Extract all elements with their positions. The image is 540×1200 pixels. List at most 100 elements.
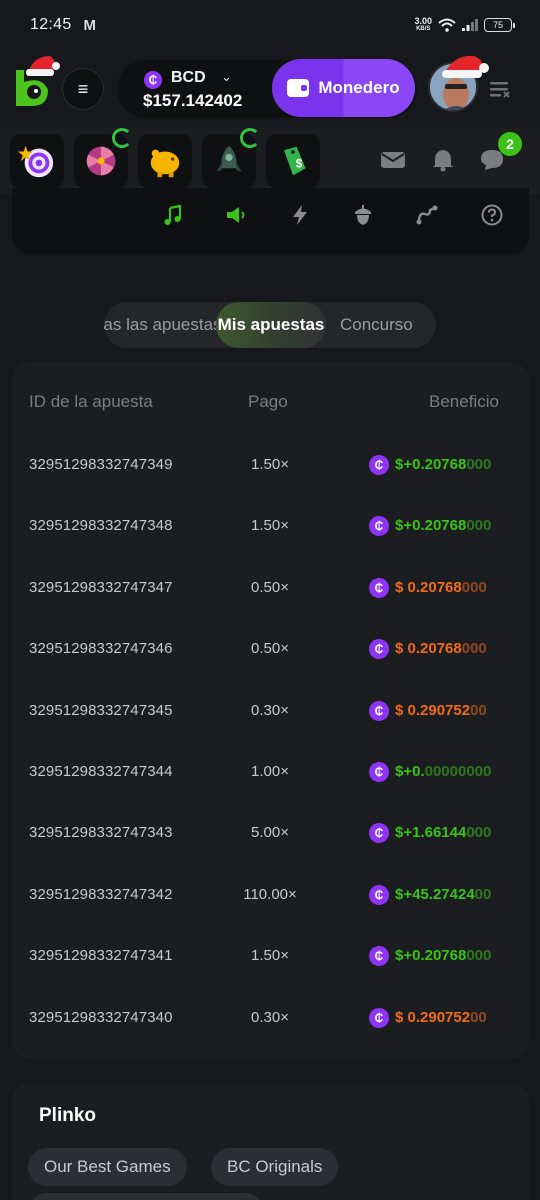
bcd-coin-icon: ₵	[369, 762, 389, 782]
network-speed: 3.00 KB/S	[414, 17, 432, 33]
bet-payout: 1.50×	[251, 947, 289, 965]
shortcut-target[interactable]	[10, 134, 64, 188]
bet-row[interactable]: 32951298332747349 1.50× ₵ $+0.20768000	[12, 446, 529, 486]
main-menu-button[interactable]: ≡	[62, 68, 104, 110]
bet-row[interactable]: 32951298332747340 0.30× ₵ $ 0.29075200	[12, 999, 529, 1039]
piggy-bank-icon	[150, 149, 180, 178]
profit-trailing-zeros: 000	[466, 456, 492, 473]
bets-tabs: Todas las apuestas Mis apuestas Concurso	[104, 302, 436, 348]
bet-row[interactable]: 32951298332747348 1.50× ₵ $+0.20768000	[12, 507, 529, 547]
lightning-icon[interactable]	[289, 204, 311, 226]
profit-amount: $+0.20768	[395, 456, 467, 473]
music-icon[interactable]	[162, 204, 184, 226]
bet-id: 32951298332747345	[29, 701, 173, 719]
chat-badge: 2	[498, 132, 522, 156]
bet-payout: 1.50×	[251, 517, 289, 535]
tag-bc-originals[interactable]: BC Originals	[211, 1148, 339, 1186]
chevron-down-icon: ⌄	[221, 69, 232, 84]
status-time: 12:45	[30, 16, 72, 33]
bcd-coin-icon: ₵	[369, 946, 389, 967]
wallet-button-label: Monedero	[318, 78, 400, 97]
profit-amount: $+1.66144	[395, 824, 467, 842]
shortcut-piggy-bank[interactable]	[138, 134, 192, 188]
mail-icon[interactable]	[380, 148, 406, 172]
tab-all-bets[interactable]: Todas las apuestas	[104, 302, 216, 348]
santa-hat-icon	[26, 56, 60, 76]
wallet-button[interactable]: Monedero	[272, 59, 415, 117]
bet-id: 32951298332747348	[29, 517, 173, 535]
bet-row[interactable]: 32951298332747346 0.50× ₵ $ 0.20768000	[12, 630, 529, 670]
bet-payout: 5.00×	[251, 824, 289, 842]
sound-icon[interactable]	[225, 204, 247, 226]
bet-profit: $+0.00000000	[395, 763, 491, 780]
santa-hat-icon	[442, 55, 489, 78]
help-icon[interactable]	[481, 204, 503, 226]
profit-trailing-zeros: 00	[470, 1008, 487, 1026]
my-bets-table: ID de la apuesta Pago Beneficio 32951298…	[12, 362, 529, 1059]
profit-amount: $ 0.20768	[395, 640, 462, 658]
bet-row[interactable]: 32951298332747344 1.00× ₵ $+0.00000000	[12, 753, 529, 793]
tab-my-bets[interactable]: Mis apuestas	[216, 302, 326, 348]
battery-level: 75	[492, 20, 503, 30]
tag-partial[interactable]	[28, 1193, 264, 1200]
bcd-coin-icon: ₵	[369, 639, 389, 660]
bet-id: 32951298332747341	[29, 947, 173, 965]
bet-profit: $+45.2742400	[395, 886, 491, 903]
bet-id: 32951298332747347	[29, 578, 173, 596]
bet-payout: 0.30×	[251, 1008, 289, 1026]
bet-profit: $ 0.29075200	[395, 702, 487, 719]
bet-row[interactable]: 32951298332747347 0.50× ₵ $ 0.20768000	[12, 569, 529, 609]
bet-profit: $+0.20768000	[395, 947, 491, 964]
bcd-coin-icon: ₵	[369, 823, 389, 844]
header-profit: Beneficio	[429, 392, 499, 411]
game-controls-card	[12, 188, 529, 254]
bet-payout: 0.30×	[251, 701, 289, 719]
dollar-tag-icon: $	[284, 146, 306, 176]
game-title: Plinko	[39, 1105, 97, 1126]
bet-row[interactable]: 32951298332747343 5.00× ₵ $+1.66144000	[12, 814, 529, 854]
bet-payout: 110.00×	[243, 885, 297, 903]
sidebar-toggle-icon[interactable]	[490, 80, 510, 98]
bet-payout: 0.50×	[251, 640, 289, 658]
acorn-icon[interactable]	[352, 204, 374, 226]
shortcut-price-tag[interactable]: $	[266, 134, 320, 188]
speed-value: 3.00	[414, 16, 432, 26]
profit-amount: $ 0.290752	[395, 701, 471, 719]
bet-profit: $+0.20768000	[395, 456, 491, 473]
bet-payout: 1.50×	[251, 456, 289, 473]
bet-payout: 1.00×	[251, 763, 289, 780]
profit-amount: $ 0.20768	[395, 578, 462, 596]
game-info-card: Plinko Our Best Games BC Originals	[12, 1083, 529, 1200]
bell-icon[interactable]	[430, 148, 456, 172]
target-icon	[18, 145, 54, 178]
wheel-icon	[86, 146, 116, 176]
profit-trailing-zeros: 00000000	[424, 763, 492, 780]
trend-icon[interactable]	[416, 204, 438, 226]
bet-id: 32951298332747344	[29, 763, 173, 780]
progress-ring-icon	[112, 128, 132, 148]
header-payout: Pago	[248, 392, 288, 411]
profit-amount: $+0.20768	[395, 517, 467, 535]
bet-id: 32951298332747346	[29, 640, 173, 658]
menu-icon: ≡	[77, 78, 89, 99]
bet-row[interactable]: 32951298332747342 110.00× ₵ $+45.2742400	[12, 876, 529, 916]
battery-icon: 75	[484, 18, 515, 32]
profit-trailing-zeros: 000	[461, 640, 487, 658]
wallet-icon	[287, 79, 310, 97]
tag-our-best-games[interactable]: Our Best Games	[28, 1148, 187, 1186]
bcd-coin-icon: ₵	[369, 516, 389, 537]
bcd-coin-icon: ₵	[369, 1007, 389, 1028]
currency-label: BCD	[171, 69, 206, 86]
bet-profit: $ 0.29075200	[395, 1009, 487, 1026]
bet-id: 32951298332747340	[29, 1008, 173, 1026]
bet-payout: 0.50×	[251, 578, 289, 596]
bcd-coin-icon: ₵	[144, 71, 162, 89]
header-bet-id: ID de la apuesta	[29, 392, 153, 411]
tab-contest[interactable]: Concurso	[340, 302, 413, 348]
bcd-coin-icon: ₵	[369, 884, 389, 905]
bet-row[interactable]: 32951298332747345 0.30× ₵ $ 0.29075200	[12, 692, 529, 732]
bet-id: 32951298332747342	[29, 885, 173, 903]
gmail-icon: M	[83, 16, 97, 34]
svg-text:$: $	[296, 157, 303, 170]
bet-row[interactable]: 32951298332747341 1.50× ₵ $+0.20768000	[12, 937, 529, 977]
